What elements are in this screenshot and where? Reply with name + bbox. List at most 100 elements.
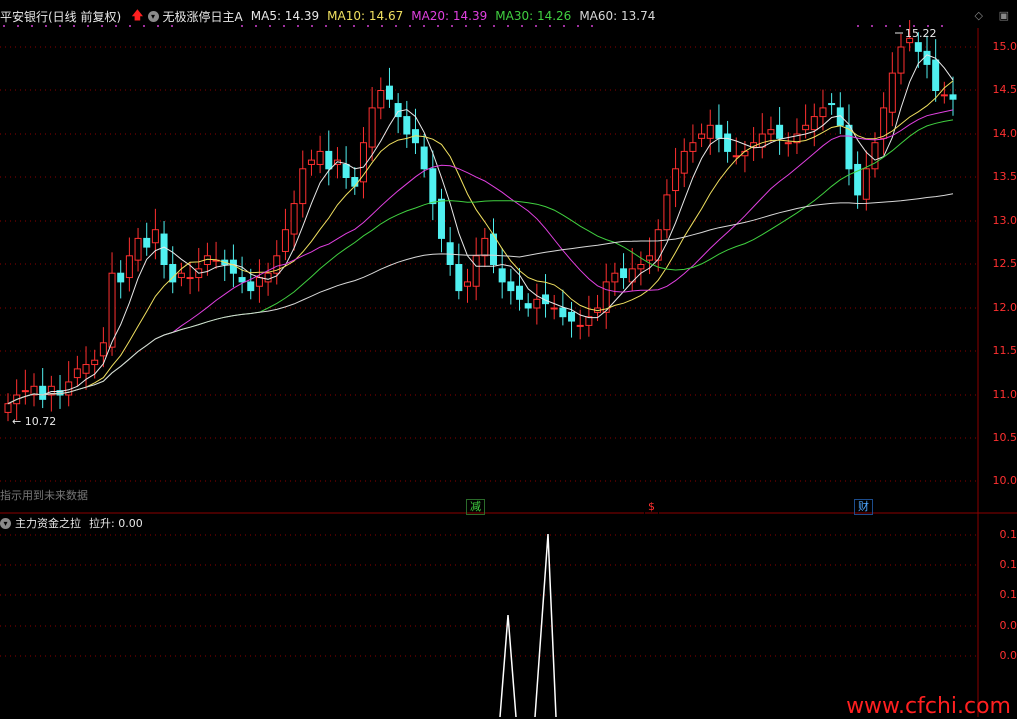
- marker-dot: [101, 25, 103, 27]
- candle-body: [377, 90, 385, 109]
- marker-dot: [115, 25, 117, 27]
- candle-body: [715, 124, 723, 139]
- pull-spike: [499, 614, 517, 717]
- candle-body: [810, 116, 818, 131]
- candle-body: [21, 390, 29, 393]
- marker-dot: [451, 25, 453, 27]
- candle-body: [117, 272, 125, 283]
- candle-body: [39, 385, 47, 400]
- sub-tick: 0.0: [999, 649, 1017, 662]
- candle-body: [533, 298, 541, 309]
- candle-body: [758, 133, 766, 148]
- ma60-line: [7, 193, 954, 405]
- marker-dot: [353, 25, 355, 27]
- candle-body: [949, 94, 957, 100]
- signal-reduce[interactable]: 减: [466, 499, 485, 515]
- marker-dot: [941, 25, 943, 27]
- candle-body: [854, 163, 862, 196]
- marker-dot: [3, 25, 5, 27]
- candle-body: [403, 116, 411, 135]
- candle-body: [160, 233, 168, 266]
- marker-dot: [31, 25, 33, 27]
- marker-dot: [297, 25, 299, 27]
- candle-body: [862, 168, 870, 200]
- marker-dot: [59, 25, 61, 27]
- candle-body: [559, 307, 567, 318]
- candle-body: [776, 124, 784, 139]
- marker-dot: [423, 25, 425, 27]
- sub-indicator-menu-icon[interactable]: ▾: [0, 517, 11, 529]
- candle-body: [732, 155, 740, 158]
- sub-tick: 0.1: [999, 528, 1017, 541]
- kline-chart[interactable]: 15.22 ← 10.72: [0, 0, 1017, 717]
- marker-dot: [395, 25, 397, 27]
- candle-body: [264, 272, 272, 283]
- marker-dot: [241, 25, 243, 27]
- site-watermark: www.cfchi.com: [846, 694, 1011, 719]
- marker-dot: [479, 25, 481, 27]
- marker-dot: [563, 25, 565, 27]
- candle-body: [706, 124, 714, 139]
- candle-body: [568, 311, 576, 322]
- marker-dot: [493, 25, 495, 27]
- candle-body: [550, 307, 558, 310]
- candle-body: [247, 281, 255, 292]
- candle-body: [437, 198, 445, 239]
- marker-dot: [521, 25, 523, 27]
- marker-dot: [465, 25, 467, 27]
- candle-body: [108, 272, 116, 348]
- marker-dot: [283, 25, 285, 27]
- marker-dot: [437, 25, 439, 27]
- marker-dot: [157, 25, 159, 27]
- candle-body: [325, 150, 333, 170]
- future-data-note: 指示用到未来数据: [0, 489, 88, 502]
- marker-dot: [507, 25, 509, 27]
- marker-dot: [535, 25, 537, 27]
- candle-body: [186, 277, 194, 280]
- candle-body: [359, 142, 367, 183]
- candle-body: [351, 177, 359, 187]
- candle-body: [99, 342, 107, 357]
- signal-finance[interactable]: 财: [854, 499, 873, 515]
- marker-dot: [367, 25, 369, 27]
- candle-body: [73, 368, 81, 379]
- candle-body: [455, 264, 463, 292]
- candle-body: [429, 168, 437, 205]
- marker-dot: [143, 25, 145, 27]
- candle-body: [802, 124, 810, 131]
- marker-dot: [549, 25, 551, 27]
- candle-body: [91, 359, 99, 366]
- candle-body: [680, 150, 688, 174]
- signal-dollar[interactable]: $: [644, 499, 659, 515]
- candle-body: [576, 324, 584, 327]
- candle-body: [897, 46, 905, 74]
- candle-body: [724, 133, 732, 152]
- candle-body: [4, 403, 12, 413]
- candle-body: [125, 255, 133, 279]
- candle-body: [82, 364, 90, 374]
- sub-tick: 0.0: [999, 619, 1017, 632]
- marker-dot: [885, 25, 887, 27]
- candle-body: [819, 107, 827, 118]
- sub-tick: 0.1: [999, 588, 1017, 601]
- marker-dot: [45, 25, 47, 27]
- candle-body: [914, 42, 922, 52]
- sub-indicator-name[interactable]: 主力资金之拉: [15, 515, 81, 531]
- candle-body: [143, 237, 151, 248]
- candle-body: [888, 72, 896, 113]
- candle-body: [940, 94, 948, 97]
- candle-body: [611, 272, 619, 283]
- candle-body: [871, 142, 879, 170]
- candle-body: [784, 142, 792, 145]
- candle-body: [507, 281, 515, 292]
- sub-panel-title: ▾ 主力资金之拉 拉升: 0.00: [0, 515, 143, 531]
- marker-dot: [871, 25, 873, 27]
- candle-body: [472, 255, 480, 287]
- marker-dot: [255, 25, 257, 27]
- candle-body: [134, 237, 142, 261]
- candle-body: [637, 264, 645, 270]
- sub-tick: 0.1: [999, 558, 1017, 571]
- marker-dot: [899, 25, 901, 27]
- marker-dot: [381, 25, 383, 27]
- candle-body: [481, 237, 489, 257]
